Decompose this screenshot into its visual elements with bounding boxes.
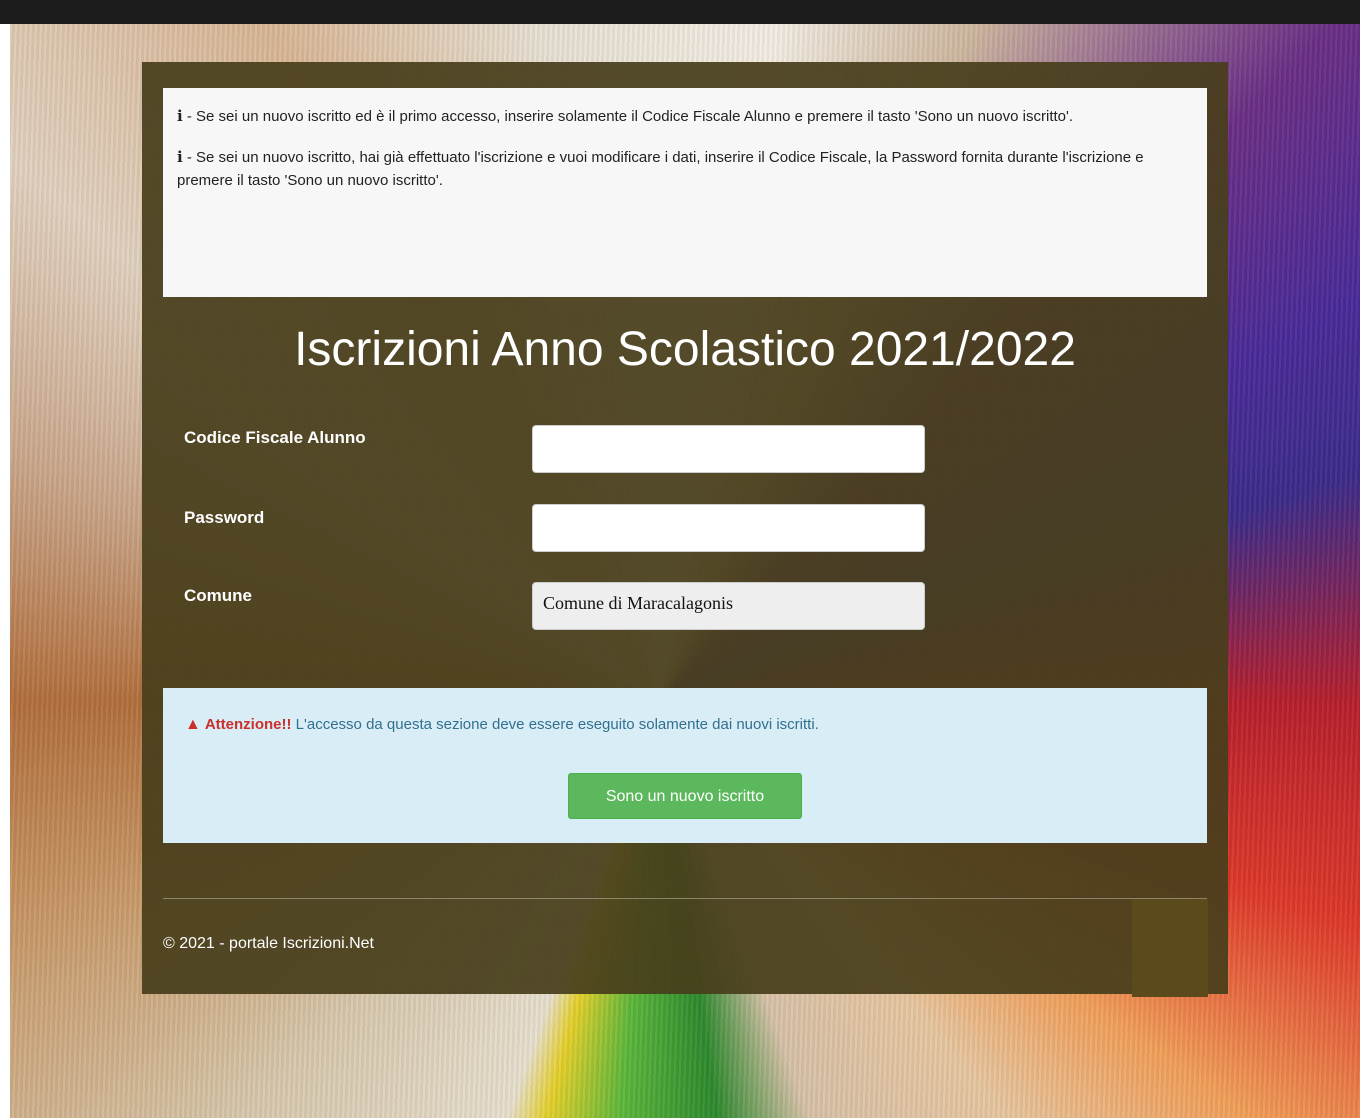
info-box: i - Se sei un nuovo iscritto ed è il pri…	[163, 88, 1207, 297]
footer-copyright: © 2021 - portale Iscrizioni.Net	[163, 935, 374, 952]
codice-fiscale-label: Codice Fiscale Alunno	[184, 428, 366, 447]
info-line-1-text: - Se sei un nuovo iscritto ed è il primo…	[182, 108, 1074, 125]
info-line-2: i - Se sei un nuovo iscritto, hai già ef…	[177, 146, 1193, 192]
alert-message: ▲ Attenzione!! L'accesso da questa sezion…	[185, 716, 819, 734]
codice-fiscale-input[interactable]	[532, 425, 925, 473]
browser-top-bar	[0, 0, 1360, 24]
alert-strong: Attenzione!!	[204, 716, 292, 733]
comune-label: Comune	[184, 586, 252, 605]
warning-icon: ▲	[185, 716, 201, 733]
left-edge	[0, 24, 10, 1118]
comune-field[interactable]: Comune di Maracalagonis	[532, 582, 925, 630]
page-title: Iscrizioni Anno Scolastico 2021/2022	[294, 323, 1076, 376]
password-label: Password	[184, 508, 265, 527]
footer-block	[1132, 899, 1208, 997]
alert-text: L'accesso da questa sezione deve essere …	[291, 716, 819, 733]
new-student-button[interactable]: Sono un nuovo iscritto	[568, 773, 802, 819]
footer-divider	[163, 898, 1207, 899]
password-input[interactable]	[532, 504, 925, 552]
info-line-1: i - Se sei un nuovo iscritto ed è il pri…	[177, 105, 1193, 128]
info-line-2-text: - Se sei un nuovo iscritto, hai già effe…	[177, 149, 1144, 189]
warning-alert: ▲ Attenzione!! L'accesso da questa sezion…	[163, 688, 1207, 843]
